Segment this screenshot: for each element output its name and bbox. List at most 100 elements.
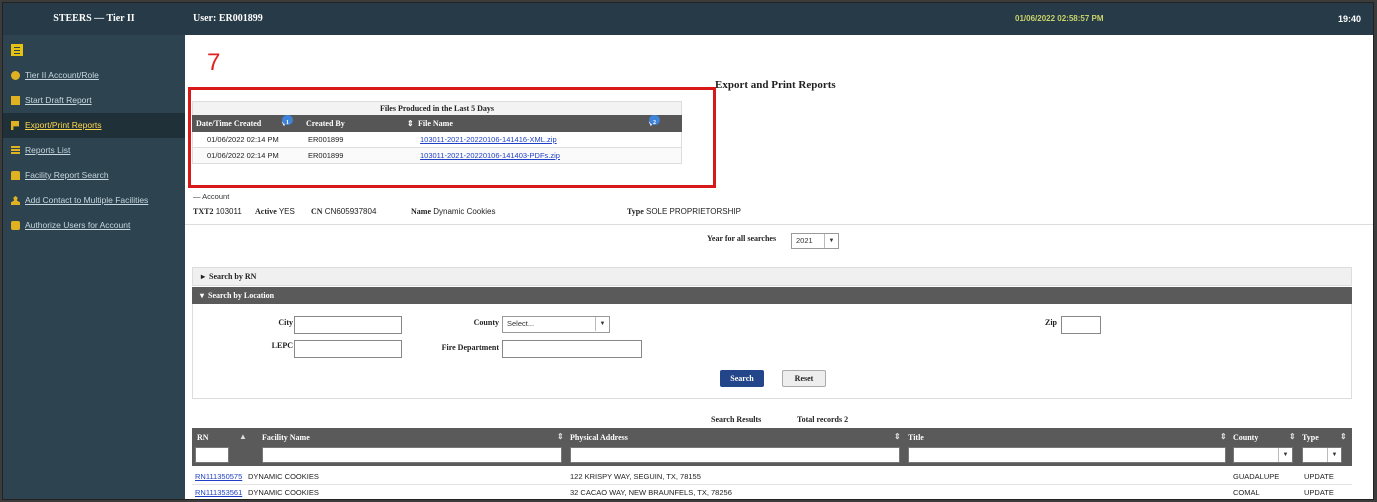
physical-address: 122 KRISPY WAY, SEGUIN, TX, 78155: [570, 472, 701, 481]
sort-icon[interactable]: ⇕: [557, 432, 564, 441]
lepc-input[interactable]: [294, 340, 402, 358]
sort-icon[interactable]: ⇕: [407, 115, 414, 132]
sidebar-item-label: Start Draft Report: [25, 95, 92, 105]
rn-filter-input[interactable]: [195, 447, 229, 463]
rn-link[interactable]: RN111350575: [195, 469, 242, 485]
col-created-by[interactable]: Created By: [306, 115, 345, 132]
city-input[interactable]: [294, 316, 402, 334]
physical-address: 32 CACAO WAY, NEW BRAUNFELS, TX, 78256: [570, 488, 732, 497]
county: COMAL: [1233, 488, 1260, 497]
county: GUADALUPE: [1233, 472, 1280, 481]
sidebar-item-label: Facility Report Search: [25, 170, 109, 180]
col-title[interactable]: Title: [908, 433, 924, 442]
list-icon: [11, 146, 20, 155]
type-value: SOLE PROPRIETORSHIP: [645, 207, 741, 216]
table-row: RN111350575 DYNAMIC COOKIES 122 KRISPY W…: [192, 469, 1352, 485]
chevron-down-icon: ▼: [824, 234, 838, 248]
main-content: 7 Export and Print Reports Files Produce…: [185, 35, 1373, 499]
chevron-down-icon: ▼: [1327, 448, 1341, 462]
search-by-location-form: City County Select... ▼ Zip LEPC Fire De…: [192, 304, 1352, 399]
files-table-header: Date/Time Created 1 ▾ Created By ⇕ File …: [192, 115, 682, 132]
city-label: City: [278, 318, 293, 327]
county-value: Select...: [507, 319, 535, 328]
sidebar-item-label: Reports List: [25, 145, 71, 155]
search-by-rn-header[interactable]: ▸ Search by RN: [192, 267, 1352, 286]
gear-icon: [11, 71, 20, 80]
name-value: Dynamic Cookies: [433, 207, 496, 216]
file-link[interactable]: 103011-2021-20220106-141403-PDFs.zip: [420, 148, 560, 164]
sort-icon[interactable]: ⇕: [1220, 432, 1227, 441]
sidebar-item-start-draft[interactable]: Start Draft Report: [3, 88, 185, 113]
results-table-header: RN ▲ Facility Name ⇕ Physical Address ⇕ …: [192, 428, 1352, 466]
type-filter-select[interactable]: ▼: [1302, 447, 1342, 463]
year-value: 2021: [796, 236, 813, 245]
year-filter: Year for all searches: [707, 234, 776, 243]
hamburger-menu-icon[interactable]: [11, 44, 23, 56]
sidebar-item-tier2-account[interactable]: Tier II Account/Role: [3, 63, 185, 88]
sidebar-item-reports-list[interactable]: Reports List: [3, 138, 185, 163]
export-icon: [11, 121, 19, 130]
app-title: STEERS — Tier II: [53, 13, 135, 24]
file-date: 01/06/2022 02:14 PM: [207, 135, 279, 144]
table-row: 01/06/2022 02:14 PM ER001899 103011-2021…: [192, 132, 682, 148]
name-label: Name: [411, 207, 431, 216]
sort-icon[interactable]: ⇕: [1289, 432, 1296, 441]
search-button[interactable]: Search: [720, 370, 764, 387]
active-label: Active: [255, 207, 277, 216]
table-row: RN111353561 DYNAMIC COOKIES 32 CACAO WAY…: [192, 485, 1352, 499]
col-date-created[interactable]: Date/Time Created: [196, 115, 261, 132]
sort-badge[interactable]: 1 ▾: [282, 115, 293, 132]
results-title: Search Results: [711, 415, 762, 424]
cn-label: CN: [311, 207, 323, 216]
sidebar-item-export-print[interactable]: Export/Print Reports: [3, 113, 185, 138]
facility-name-filter-input[interactable]: [262, 447, 562, 463]
col-file-name[interactable]: File Name: [418, 115, 453, 132]
col-facility-name[interactable]: Facility Name: [262, 433, 310, 442]
sidebar-item-label: Add Contact to Multiple Facilities: [25, 195, 149, 205]
files-table-caption: Files Produced in the Last 5 Days: [192, 101, 682, 115]
sidebar-item-authorize-users[interactable]: Authorize Users for Account: [3, 213, 185, 238]
sort-icon[interactable]: ⇕: [1340, 432, 1347, 441]
account-summary: TXT2 103011 Active YES CN CN605937804 Na…: [185, 203, 1373, 225]
col-county[interactable]: County: [1233, 433, 1258, 442]
file-created-by: ER001899: [308, 151, 344, 160]
file-created-by: ER001899: [308, 135, 344, 144]
step-annotation: 7: [207, 49, 221, 76]
user-label: User: ER001899: [193, 13, 263, 24]
fire-department-input[interactable]: [502, 340, 642, 358]
county-label: County: [473, 318, 499, 327]
facility-name: DYNAMIC COOKIES: [248, 472, 319, 481]
col-rn[interactable]: RN: [197, 433, 209, 442]
address-filter-input[interactable]: [570, 447, 900, 463]
col-physical-address[interactable]: Physical Address: [570, 433, 628, 442]
zip-input[interactable]: [1061, 316, 1101, 334]
page-title: Export and Print Reports: [715, 79, 836, 91]
sort-icon[interactable]: ▲: [239, 432, 247, 441]
title-filter-input[interactable]: [908, 447, 1226, 463]
sidebar-item-add-contact[interactable]: Add Contact to Multiple Facilities: [3, 188, 185, 213]
type-label: Type: [627, 207, 644, 216]
file-link[interactable]: 103011-2021-20220106-141416-XML.zip: [420, 132, 557, 148]
sidebar-item-facility-search[interactable]: Facility Report Search: [3, 163, 185, 188]
chevron-down-icon: ▼: [595, 317, 609, 331]
sort-badge[interactable]: 2 ▾: [649, 115, 660, 132]
year-select[interactable]: 2021 ▼: [791, 233, 839, 249]
sidebar-item-label: Tier II Account/Role: [25, 70, 99, 80]
files-table: Files Produced in the Last 5 Days Date/T…: [192, 101, 682, 164]
account-collapse-toggle[interactable]: — Account: [193, 192, 229, 201]
search-by-location-header[interactable]: ▾ Search by Location: [192, 287, 1352, 304]
sort-icon[interactable]: ⇕: [894, 432, 901, 441]
app-window: STEERS — Tier II User: ER001899 01/06/20…: [2, 2, 1374, 500]
county-filter-select[interactable]: ▼: [1233, 447, 1293, 463]
fire-department-label: Fire Department: [441, 343, 499, 352]
facility-name: DYNAMIC COOKIES: [248, 488, 319, 497]
reset-button[interactable]: Reset: [782, 370, 826, 387]
results-caption: Search Results Total records 2: [185, 415, 1373, 427]
sidebar-item-label: Authorize Users for Account: [25, 220, 131, 230]
col-type[interactable]: Type: [1302, 433, 1319, 442]
rn-link[interactable]: RN111353561: [195, 485, 242, 499]
account-label: Account: [202, 192, 230, 201]
lepc-label: LEPC: [271, 341, 293, 350]
county-select[interactable]: Select... ▼: [502, 316, 610, 333]
top-header: STEERS — Tier II User: ER001899 01/06/20…: [3, 3, 1373, 35]
